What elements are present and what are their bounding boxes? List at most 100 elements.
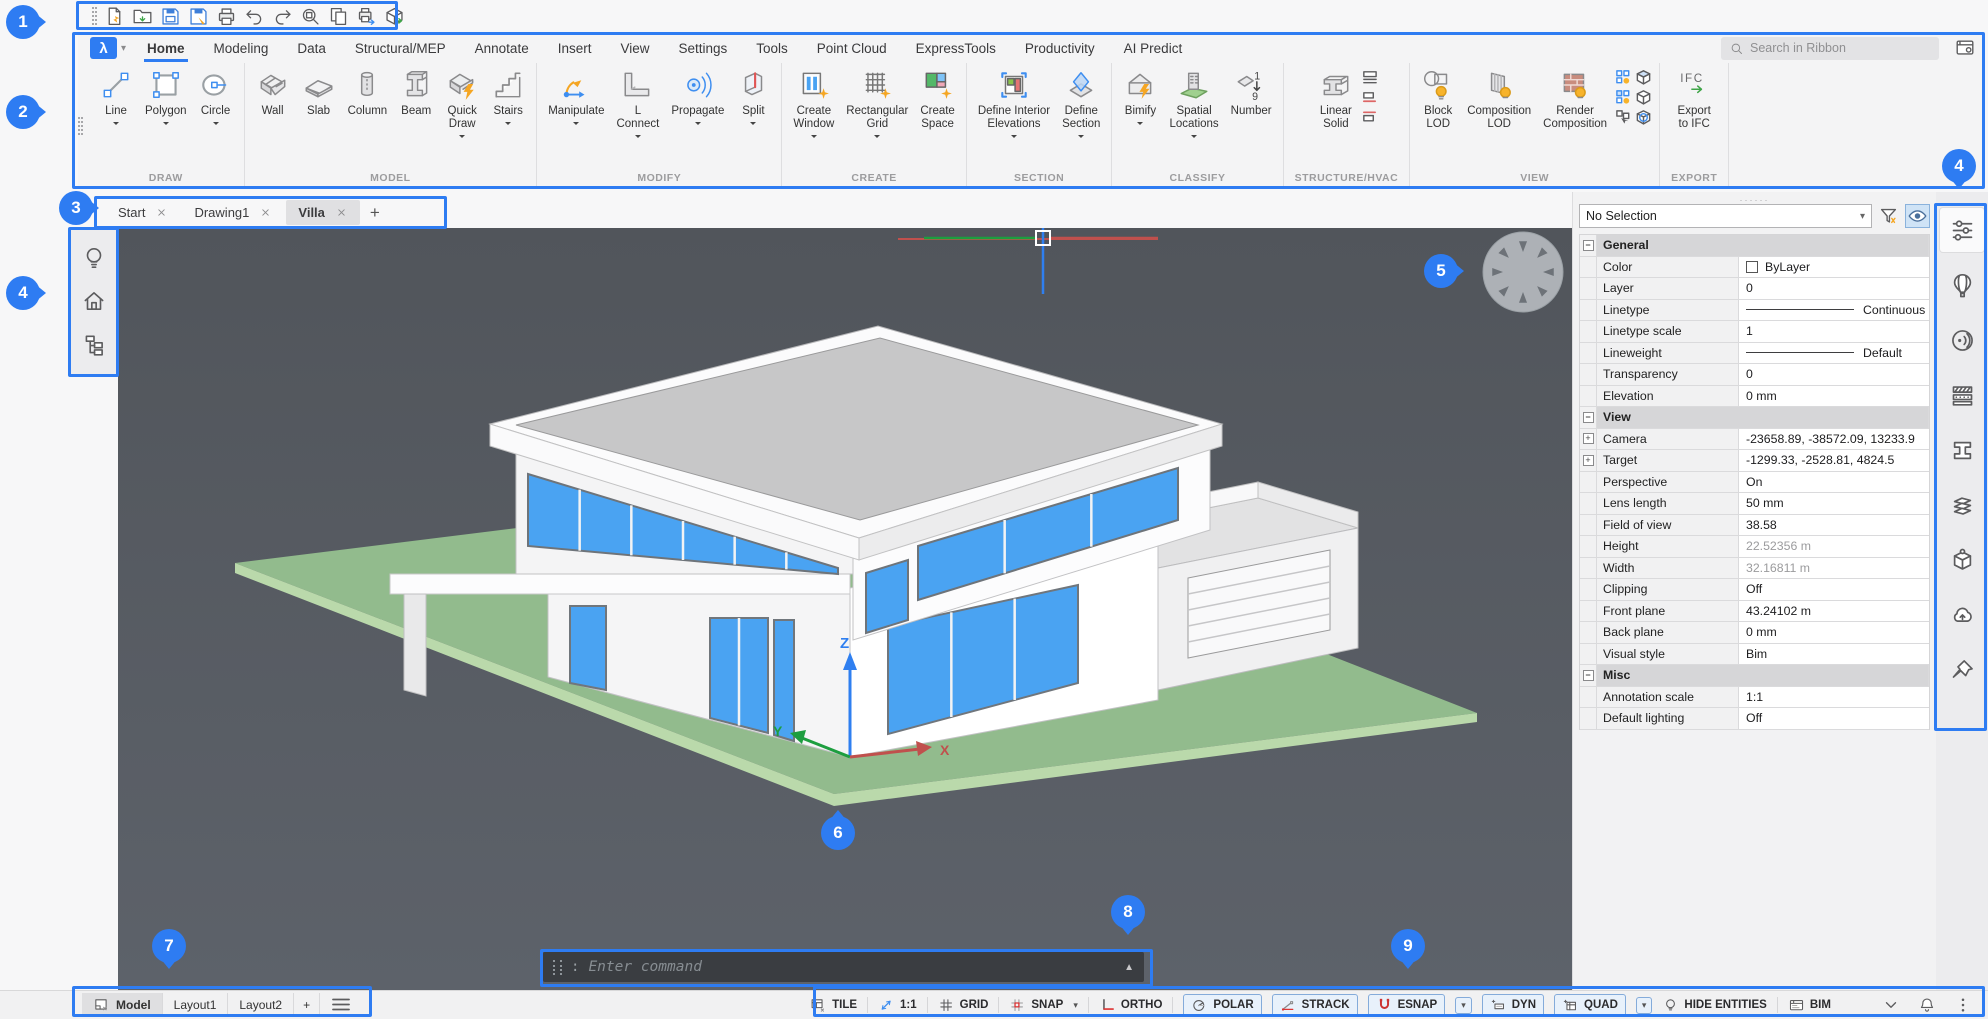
collapse-icon[interactable]: − (1583, 412, 1594, 423)
status-toggle-dyn[interactable]: DYN (1482, 994, 1544, 1017)
chevron-down-icon[interactable]: ▾ (1636, 997, 1653, 1014)
ribbon-grip[interactable] (78, 63, 88, 188)
filter-properties-button[interactable] (1876, 204, 1901, 228)
property-value[interactable]: -1299.33, -2528.81, 4824.5 (1739, 450, 1929, 471)
status-toggle-1-1[interactable]: 1:1 (878, 997, 917, 1014)
chevron-down-icon[interactable] (213, 122, 219, 128)
properties-section-view[interactable]: −View (1580, 407, 1929, 429)
document-tab-start[interactable]: Start (106, 200, 180, 225)
print-preview-button[interactable] (300, 6, 321, 27)
property-value[interactable]: 0 mm (1739, 386, 1929, 407)
column-button[interactable]: Column (342, 63, 394, 119)
property-value[interactable]: 43.24102 m (1739, 601, 1929, 622)
property-value[interactable]: 32.16811 m (1739, 558, 1929, 579)
line-button[interactable]: Line (93, 63, 139, 129)
document-tab-drawing1[interactable]: Drawing1 (182, 200, 284, 225)
command-line-input[interactable]: : Enter command ▲ (543, 952, 1144, 982)
ribbon-tab-data[interactable]: Data (296, 36, 327, 61)
blockify-alt-button[interactable] (1615, 89, 1632, 106)
properties-section-misc[interactable]: −Misc (1580, 665, 1929, 687)
layout-tab-layout1[interactable]: Layout1 (163, 993, 229, 1017)
define-section-button[interactable]: DefineSection (1056, 63, 1106, 142)
quick-draw-button[interactable]: QuickDraw (439, 63, 485, 142)
property-value[interactable]: -23658.89, -38572.09, 13233.9 (1739, 429, 1929, 450)
circle-button[interactable]: Circle (193, 63, 239, 129)
ribbon-search-input[interactable]: Search in Ribbon (1721, 37, 1939, 60)
status-toggle-hide-entities[interactable]: HIDE ENTITIES (1662, 997, 1766, 1014)
propagate-button[interactable]: Propagate (665, 63, 730, 129)
ribbon-tab-annotate[interactable]: Annotate (474, 36, 530, 61)
chevron-down-icon[interactable]: ▾ (121, 43, 126, 54)
publish-button[interactable] (356, 6, 377, 27)
status-toggle-ortho[interactable]: ORTHO (1099, 997, 1163, 1014)
chevron-down-icon[interactable] (695, 122, 701, 128)
split-button[interactable]: Split (730, 63, 776, 129)
property-value[interactable]: 1 (1739, 321, 1929, 342)
redo-button[interactable] (272, 6, 293, 27)
render-composition-button[interactable]: RenderComposition (1537, 63, 1613, 132)
linear-solid-button[interactable]: LinearSolid (1313, 63, 1359, 132)
tips-bulb-button[interactable] (81, 245, 107, 271)
polygon-button[interactable]: Polygon (139, 63, 193, 129)
new-tab-button[interactable]: + (362, 203, 388, 223)
chevron-down-icon[interactable] (163, 122, 169, 128)
manipulate-button[interactable]: Manipulate (542, 63, 610, 129)
chevron-down-icon[interactable] (505, 122, 511, 128)
visibility-button[interactable] (1905, 204, 1930, 228)
ribbon-tab-productivity[interactable]: Productivity (1024, 36, 1096, 61)
print-button[interactable] (216, 6, 237, 27)
frame-profile-2-button[interactable] (1361, 89, 1378, 106)
close-icon[interactable] (259, 206, 272, 219)
frame-profile-1-button[interactable] (1361, 69, 1378, 86)
steel-profile-button[interactable] (1940, 428, 1984, 472)
expand-icon[interactable]: + (1583, 455, 1594, 466)
rectangular-grid-button[interactable]: RectangularGrid (840, 63, 914, 142)
add-layout-button[interactable]: + (294, 993, 320, 1017)
ribbon-configure-icon[interactable] (1953, 37, 1977, 59)
cube-top-button[interactable] (1635, 69, 1652, 86)
select-similar-button[interactable] (1615, 109, 1632, 126)
status-toggle-polar[interactable]: POLAR (1183, 994, 1261, 1017)
block-lod-button[interactable]: BlockLOD (1415, 63, 1461, 132)
ribbon-tab-tools[interactable]: Tools (755, 36, 789, 61)
property-value[interactable]: Off (1739, 708, 1929, 729)
components-box-button[interactable] (1940, 538, 1984, 582)
create-space-button[interactable]: CreateSpace (914, 63, 961, 132)
document-tab-villa[interactable]: Villa (286, 200, 360, 225)
l-connect-button[interactable]: LConnect (610, 63, 665, 142)
save-button[interactable] (160, 6, 181, 27)
chevron-down-icon[interactable] (874, 135, 880, 141)
undo-button[interactable] (244, 6, 265, 27)
cube-section-button[interactable] (1635, 109, 1652, 126)
stairs-button[interactable]: Stairs (485, 63, 531, 129)
open-file-button[interactable] (132, 6, 153, 27)
properties-sliders-button[interactable] (1940, 208, 1984, 252)
bimify-button[interactable]: Bimify (1117, 63, 1163, 129)
chevron-down-icon[interactable] (811, 135, 817, 141)
chevron-down-icon[interactable]: ▾ (1073, 1000, 1078, 1011)
slab-button[interactable]: Slab (296, 63, 342, 119)
layout-list-button[interactable] (320, 993, 362, 1017)
properties-section-general[interactable]: −General (1580, 235, 1929, 257)
toolbar-grip[interactable] (92, 7, 97, 25)
command-expand-icon[interactable]: ▲ (1124, 962, 1134, 973)
property-value[interactable]: 50 mm (1739, 493, 1929, 514)
beam-button[interactable]: Beam (393, 63, 439, 119)
kebab-button[interactable] (1954, 996, 1972, 1014)
status-toggle-strack[interactable]: STRACK (1272, 994, 1358, 1017)
bell-button[interactable] (1918, 996, 1936, 1014)
collapse-icon[interactable]: − (1583, 240, 1594, 251)
status-toggle-tile[interactable]: TILE (810, 997, 857, 1014)
close-icon[interactable] (335, 206, 348, 219)
blockify-on-button[interactable] (1615, 69, 1632, 86)
number-button[interactable]: 19Number (1225, 63, 1278, 119)
composition-lod-button[interactable]: CompositionLOD (1461, 63, 1537, 132)
property-value[interactable]: Continuous (1739, 300, 1929, 321)
status-toggle-grid[interactable]: GRID (938, 997, 989, 1014)
chevron-down-icon[interactable] (1078, 135, 1084, 141)
air-balloon-button[interactable] (1940, 263, 1984, 307)
ribbon-tab-home[interactable]: Home (146, 36, 186, 61)
property-value[interactable]: 38.58 (1739, 515, 1929, 536)
chevron-down-icon[interactable]: ▾ (1455, 997, 1472, 1014)
ribbon-tab-ai-predict[interactable]: AI Predict (1123, 36, 1184, 61)
